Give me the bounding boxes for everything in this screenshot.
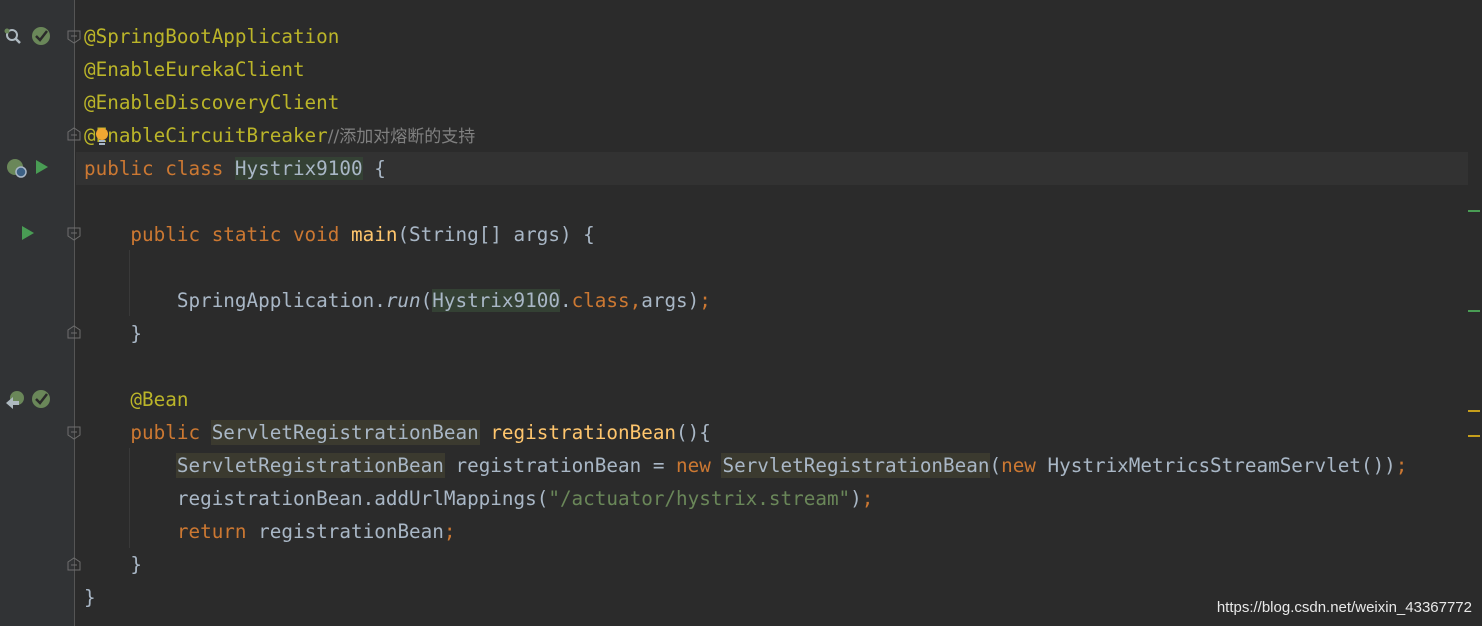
code-token: ServletRegistrationBean bbox=[722, 454, 990, 477]
code-token: HystrixMetricsStreamServlet()) bbox=[1047, 454, 1396, 477]
code-token: new bbox=[1001, 454, 1048, 477]
code-token: Hystrix9100 bbox=[234, 157, 363, 180]
code-token: run bbox=[385, 289, 421, 312]
code-token: . bbox=[559, 289, 572, 312]
code-token: //添加对熔断的支持 bbox=[327, 127, 476, 147]
code-token: class bbox=[571, 289, 630, 312]
code-token: , bbox=[629, 289, 642, 312]
code-token: @SpringBootApplication bbox=[84, 25, 340, 48]
code-token: ; bbox=[1395, 454, 1408, 477]
code-token: ServletRegistrationBean bbox=[211, 421, 479, 444]
code-token: SpringApplication. bbox=[84, 289, 386, 312]
code-line[interactable]: public ServletRegistrationBean registrat… bbox=[84, 416, 1468, 449]
intention-bulb-icon[interactable] bbox=[94, 127, 110, 147]
code-token: @EnableCircuitBreaker bbox=[84, 124, 328, 147]
code-token: return bbox=[176, 520, 259, 543]
code-token: (){ bbox=[676, 421, 711, 444]
code-token: ( bbox=[420, 289, 433, 312]
code-token: main bbox=[351, 223, 398, 246]
change-marker[interactable] bbox=[1468, 310, 1480, 312]
find-usages-icon[interactable] bbox=[4, 26, 24, 46]
code-token: public static void bbox=[84, 223, 351, 246]
gutter-separator bbox=[74, 0, 75, 626]
code-line[interactable]: public class Hystrix9100 { bbox=[76, 152, 1468, 185]
warning-marker[interactable] bbox=[1468, 410, 1480, 412]
fold-end-icon[interactable] bbox=[67, 557, 81, 571]
code-line[interactable]: @EnableCircuitBreaker//添加对熔断的支持 bbox=[84, 119, 1468, 152]
code-token: registrationBean bbox=[258, 520, 444, 543]
code-line[interactable]: @Bean bbox=[84, 383, 1468, 416]
code-line[interactable]: @SpringBootApplication bbox=[84, 20, 1468, 53]
code-token: ; bbox=[861, 487, 874, 510]
run-class-icon[interactable] bbox=[35, 159, 49, 175]
code-token: ; bbox=[443, 520, 456, 543]
code-line[interactable] bbox=[84, 251, 1468, 284]
navigate-bean-icon[interactable] bbox=[4, 389, 26, 409]
watermark: https://blog.csdn.net/weixin_43367772 bbox=[1216, 599, 1472, 616]
code-line[interactable]: } bbox=[84, 548, 1468, 581]
code-token: @EnableEurekaClient bbox=[84, 58, 305, 81]
fold-marker-icon[interactable] bbox=[67, 30, 81, 44]
code-token: Hystrix9100 bbox=[432, 289, 560, 312]
code-token: public bbox=[84, 421, 212, 444]
fold-end-icon[interactable] bbox=[67, 127, 81, 141]
editor-gutter bbox=[0, 0, 74, 626]
code-line[interactable]: SpringApplication.run(Hystrix9100.class,… bbox=[84, 284, 1468, 317]
code-token: { bbox=[362, 157, 386, 180]
code-token: args) bbox=[641, 289, 700, 312]
change-marker[interactable] bbox=[1468, 210, 1480, 212]
code-token: (String[] args) { bbox=[397, 223, 595, 246]
code-token: ) bbox=[850, 487, 862, 510]
fold-marker-icon[interactable] bbox=[67, 227, 81, 241]
code-token: @EnableDiscoveryClient bbox=[84, 91, 340, 114]
code-token: registrationBean.addUrlMappings( bbox=[84, 487, 549, 510]
code-token: "/actuator/hystrix.stream" bbox=[548, 487, 851, 510]
code-editor[interactable]: @SpringBootApplication @EnableEurekaClien… bbox=[76, 20, 1468, 614]
code-token: } bbox=[84, 322, 143, 345]
fold-end-icon[interactable] bbox=[67, 325, 81, 339]
code-line[interactable]: public static void main(String[] args) { bbox=[84, 218, 1468, 251]
code-line[interactable]: ServletRegistrationBean registrationBean… bbox=[84, 449, 1468, 482]
code-line[interactable]: @EnableEurekaClient bbox=[84, 53, 1468, 86]
error-stripe[interactable] bbox=[1468, 0, 1482, 626]
code-token: } bbox=[84, 553, 143, 576]
code-line[interactable]: } bbox=[84, 317, 1468, 350]
code-line[interactable]: return registrationBean; bbox=[84, 515, 1468, 548]
warning-marker[interactable] bbox=[1468, 435, 1480, 437]
spring-app-icon[interactable] bbox=[5, 157, 29, 179]
code-line[interactable] bbox=[84, 350, 1468, 383]
run-main-icon[interactable] bbox=[21, 225, 35, 241]
spring-bean-icon[interactable] bbox=[30, 388, 52, 410]
code-line[interactable]: registrationBean.addUrlMappings("/actuat… bbox=[84, 482, 1468, 515]
code-line[interactable]: @EnableDiscoveryClient bbox=[84, 86, 1468, 119]
spring-bean-icon[interactable] bbox=[30, 25, 52, 47]
code-line[interactable] bbox=[84, 185, 1468, 218]
code-token: ( bbox=[989, 454, 1002, 477]
code-token: ServletRegistrationBean bbox=[176, 454, 444, 477]
code-token: registrationBean = bbox=[443, 454, 677, 477]
fold-marker-icon[interactable] bbox=[67, 426, 81, 440]
code-token: registrationBean bbox=[490, 421, 677, 444]
code-token: public class bbox=[84, 157, 235, 180]
code-token: ; bbox=[699, 289, 711, 312]
code-token: @Bean bbox=[84, 388, 189, 411]
code-token: new bbox=[676, 454, 723, 477]
code-token: } bbox=[84, 586, 96, 609]
